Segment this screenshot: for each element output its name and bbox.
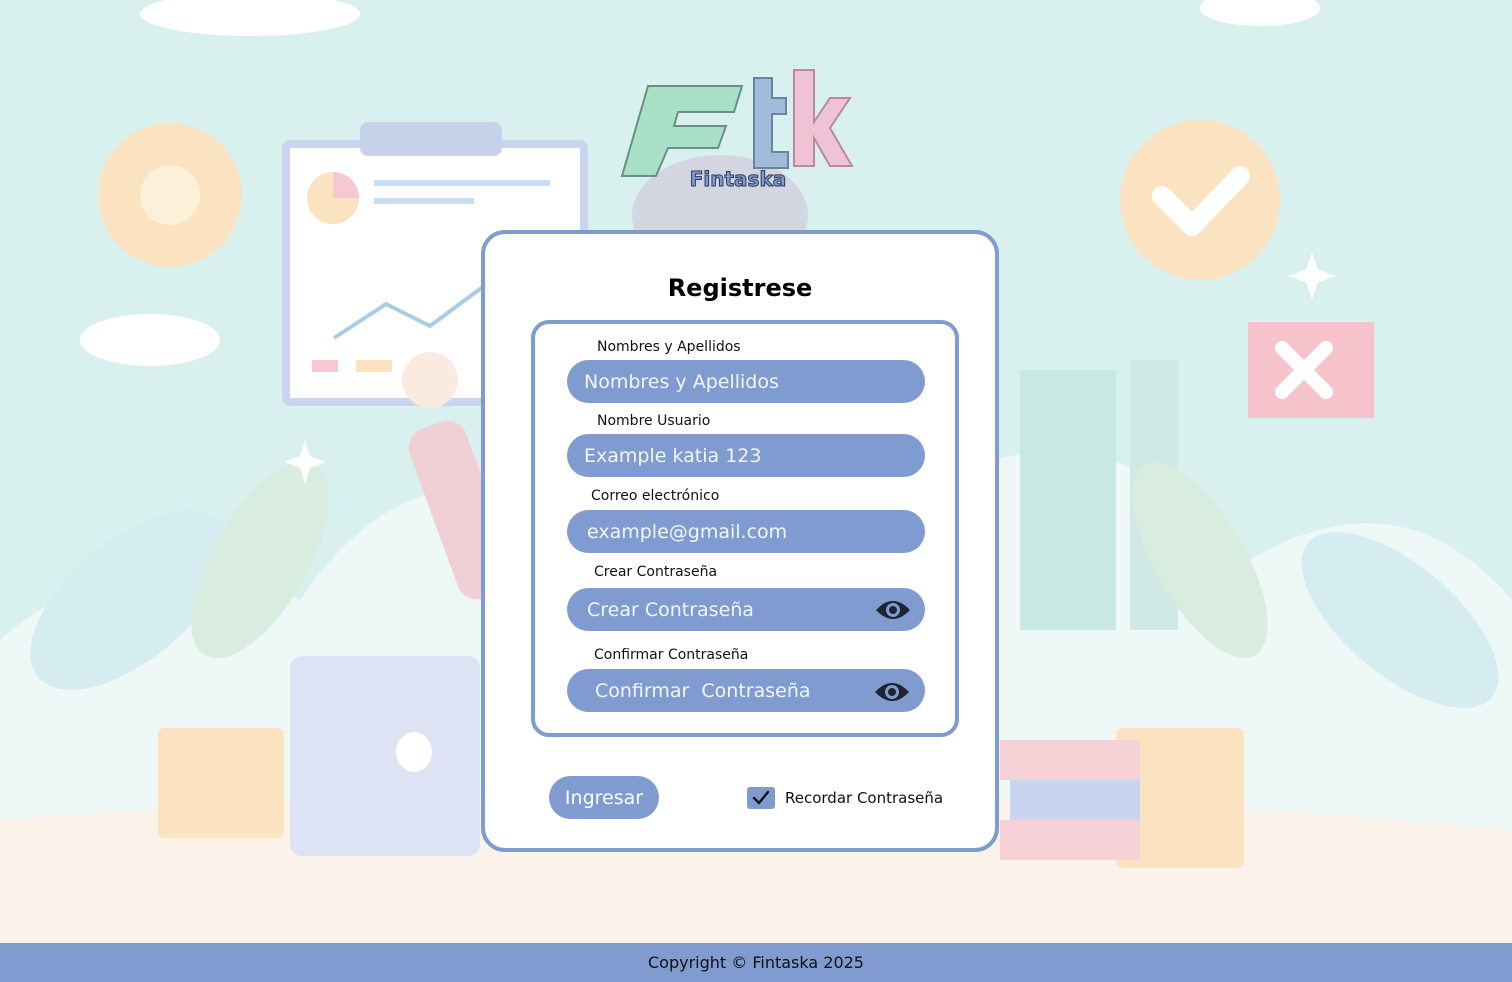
- confirm-password-input[interactable]: [567, 669, 925, 712]
- copyright-text: Copyright © Fintaska 2025: [648, 953, 864, 972]
- eye-icon[interactable]: [874, 679, 910, 705]
- remember-password: Recordar Contraseña: [747, 786, 943, 810]
- register-card: Registrese Nombres y Apellidos Nombre Us…: [481, 230, 999, 852]
- full-name-input[interactable]: [567, 360, 925, 403]
- eye-icon[interactable]: [875, 597, 911, 623]
- footer: Copyright © Fintaska 2025: [0, 943, 1512, 982]
- remember-checkbox[interactable]: [747, 787, 775, 809]
- username-label: Nombre Usuario: [597, 413, 711, 429]
- create-password-field-container: [567, 588, 925, 631]
- logo-brand-text: Fintaska: [690, 167, 787, 191]
- create-password-input[interactable]: [567, 588, 925, 631]
- confirm-password-field-container: [567, 669, 925, 712]
- remember-label: Recordar Contraseña: [785, 789, 944, 807]
- full-name-field-container: [567, 360, 925, 403]
- email-input[interactable]: [567, 510, 925, 553]
- email-field-container: [567, 510, 925, 553]
- full-name-label: Nombres y Apellidos: [597, 339, 741, 355]
- create-password-label: Crear Contraseña: [594, 564, 718, 580]
- username-input[interactable]: [567, 434, 925, 477]
- username-field-container: [567, 434, 925, 477]
- register-form: Nombres y Apellidos Nombre Usuario Corre…: [531, 320, 959, 737]
- page-title: Registrese: [667, 274, 813, 302]
- email-label: Correo electrónico: [591, 488, 720, 504]
- fintaska-logo: Fintaska: [620, 69, 854, 192]
- confirm-password-label: Confirmar Contraseña: [594, 647, 749, 663]
- checkmark-icon: [752, 790, 770, 805]
- submit-button[interactable]: Ingresar: [549, 776, 659, 819]
